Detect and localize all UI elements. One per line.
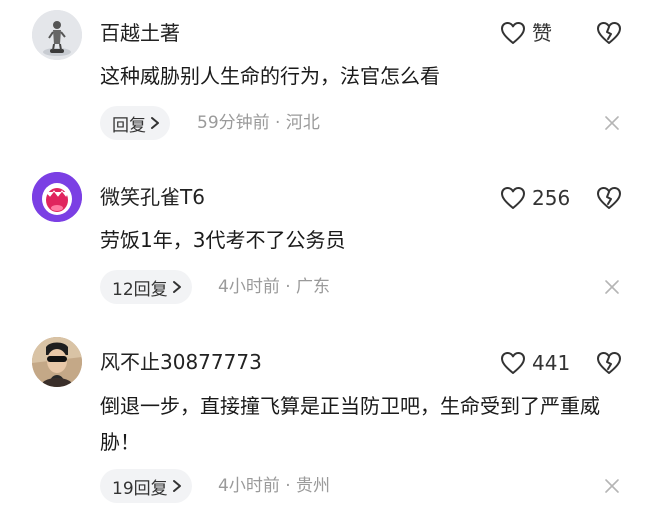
username[interactable]: 微笑孔雀T6 — [100, 184, 205, 210]
username[interactable]: 百越土著 — [100, 20, 180, 46]
broken-heart-icon — [597, 187, 621, 209]
comment-text: 这种威胁别人生命的行为，法官怎么看 — [100, 64, 440, 88]
comment-item: 风不止30877773 441 倒退一步，直接撞飞算是正当防卫吧，生命受到了严重… — [0, 325, 650, 518]
comment-item: 百越土著 赞 这种威胁别人生命的行为，法官怎么看 回复 59分钟前 · 河北 — [0, 0, 650, 160]
figure-avatar-icon — [32, 10, 82, 60]
like-button[interactable]: 256 — [500, 184, 570, 212]
avatar[interactable] — [32, 10, 82, 60]
chevron-right-icon — [172, 281, 181, 293]
reply-button[interactable]: 19回复 — [100, 469, 192, 503]
close-icon — [605, 280, 619, 294]
like-count: 赞 — [532, 21, 552, 45]
screaming-mouth-avatar-icon — [32, 172, 82, 222]
close-button[interactable] — [604, 115, 620, 131]
like-count: 256 — [532, 186, 571, 210]
close-icon — [605, 116, 619, 130]
broken-heart-icon — [597, 22, 621, 44]
heart-outline-icon — [501, 187, 525, 209]
reply-label: 19回复 — [112, 478, 168, 499]
comment-meta: 4小时前 · 贵州 — [218, 476, 331, 496]
avatar[interactable] — [32, 172, 82, 222]
close-icon — [605, 479, 619, 493]
reply-button[interactable]: 12回复 — [100, 270, 192, 304]
like-count: 441 — [532, 351, 571, 375]
comment-meta: 59分钟前 · 河北 — [197, 113, 320, 133]
chevron-right-icon — [172, 480, 181, 492]
comment-text: 倒退一步，直接撞飞算是正当防卫吧，生命受到了严重威胁！ — [100, 394, 600, 454]
dislike-button[interactable] — [596, 20, 622, 46]
comment-text: 劳饭1年，3代考不了公务员 — [100, 228, 346, 252]
sunglasses-person-avatar-icon — [32, 337, 82, 387]
like-button[interactable]: 赞 — [500, 19, 552, 47]
avatar[interactable] — [32, 337, 82, 387]
reply-button[interactable]: 回复 — [100, 106, 170, 140]
comment-item: 微笑孔雀T6 256 劳饭1年，3代考不了公务员 12回复 4小时前 · 广东 — [0, 160, 650, 325]
heart-outline-icon — [501, 352, 525, 374]
like-button[interactable]: 441 — [500, 349, 570, 377]
close-button[interactable] — [604, 478, 620, 494]
comment-meta: 4小时前 · 广东 — [218, 277, 331, 297]
chevron-right-icon — [151, 117, 159, 129]
close-button[interactable] — [604, 279, 620, 295]
username[interactable]: 风不止30877773 — [100, 349, 262, 375]
reply-label: 回复 — [112, 115, 146, 136]
heart-outline-icon — [501, 22, 525, 44]
dislike-button[interactable] — [596, 185, 622, 211]
dislike-button[interactable] — [596, 350, 622, 376]
reply-label: 12回复 — [112, 279, 168, 300]
broken-heart-icon — [597, 352, 621, 374]
